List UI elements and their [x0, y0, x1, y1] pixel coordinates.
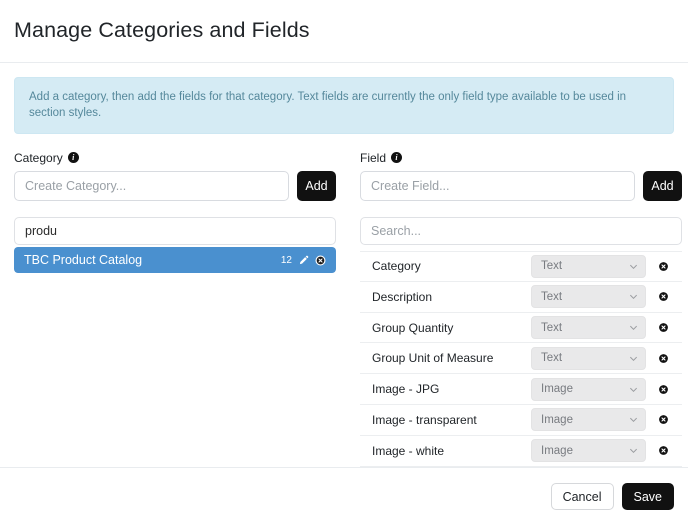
category-field-count: 12	[280, 254, 292, 266]
field-type-value: Text	[541, 321, 563, 334]
field-row-name: Image - JPG	[372, 382, 440, 397]
field-row-name: Category	[372, 259, 421, 274]
create-category-input[interactable]	[14, 171, 289, 202]
remove-field-button[interactable]	[652, 384, 674, 395]
remove-field-button[interactable]	[652, 445, 674, 456]
remove-field-button[interactable]	[652, 322, 674, 333]
field-type-select[interactable]: Text	[531, 254, 646, 278]
panels-container: Category i Add TBC Product Catalog 12	[14, 150, 682, 467]
table-row[interactable]: Image - transparent Image	[360, 405, 682, 436]
modal-footer: Cancel Save	[0, 467, 688, 525]
field-label: Field	[360, 150, 387, 165]
chevron-down-icon	[629, 262, 638, 271]
list-item[interactable]: TBC Product Catalog 12	[14, 247, 336, 274]
modal-header: Manage Categories and Fields	[0, 0, 688, 63]
field-row-name: Description	[372, 289, 433, 304]
field-type-value: Text	[541, 352, 563, 365]
field-row-name: Group Quantity	[372, 320, 454, 335]
search-input[interactable]	[360, 217, 682, 246]
create-field-input[interactable]	[360, 171, 635, 202]
category-item-label: TBC Product Catalog	[24, 253, 143, 268]
category-list: TBC Product Catalog 12	[14, 247, 336, 274]
add-category-button[interactable]: Add	[297, 171, 336, 202]
chevron-down-icon	[629, 292, 638, 301]
field-type-select[interactable]: Text	[531, 346, 646, 370]
info-icon[interactable]: i	[67, 152, 79, 164]
remove-field-button[interactable]	[652, 414, 674, 425]
field-label-row: Field i	[360, 150, 682, 165]
field-panel: Field i Add Category Text	[360, 150, 682, 467]
field-row-name: Image - transparent	[372, 412, 477, 427]
category-label: Category	[14, 150, 63, 165]
create-field-row: Add	[360, 171, 682, 202]
add-field-button[interactable]: Add	[643, 171, 682, 202]
chevron-down-icon	[629, 385, 638, 394]
page-title: Manage Categories and Fields	[14, 18, 310, 43]
chevron-down-icon	[629, 354, 638, 363]
pencil-icon[interactable]	[298, 255, 309, 266]
manage-categories-fields-modal: Manage Categories and Fields Add a categ…	[0, 0, 688, 525]
table-row[interactable]: Group Unit of Measure Text	[360, 343, 682, 375]
info-alert: Add a category, then add the fields for …	[14, 77, 674, 135]
category-item-meta: 12	[281, 255, 326, 266]
field-type-select[interactable]: Image	[531, 439, 646, 463]
cancel-button[interactable]: Cancel	[550, 483, 614, 510]
field-type-value: Image	[541, 383, 573, 396]
info-icon[interactable]: i	[391, 152, 403, 164]
field-row-name: Group Unit of Measure	[372, 351, 494, 366]
category-filter-input[interactable]	[14, 217, 336, 246]
field-type-value: Image	[541, 444, 573, 457]
remove-field-button[interactable]	[652, 261, 674, 272]
field-list[interactable]: Category Text Description Text Group Qua…	[360, 251, 682, 467]
field-type-select[interactable]: Image	[531, 377, 646, 401]
field-type-value: Image	[541, 413, 573, 426]
field-type-value: Text	[541, 260, 563, 273]
create-category-row: Add	[14, 171, 336, 202]
save-button[interactable]: Save	[621, 483, 674, 510]
table-row[interactable]: Group Quantity Text	[360, 312, 682, 344]
category-label-row: Category i	[14, 150, 336, 165]
field-row-name: Image - white	[372, 443, 445, 458]
remove-field-button[interactable]	[652, 353, 674, 364]
field-type-select[interactable]: Text	[531, 285, 646, 309]
field-type-select[interactable]: Image	[531, 408, 646, 432]
field-type-select[interactable]: Text	[531, 316, 646, 340]
field-type-value: Text	[541, 290, 563, 303]
table-row[interactable]: Image - white Image	[360, 435, 682, 467]
remove-field-button[interactable]	[652, 291, 674, 302]
table-row[interactable]: Image - JPG Image	[360, 374, 682, 406]
modal-body: Add a category, then add the fields for …	[0, 63, 688, 467]
table-row[interactable]: Category Text	[360, 251, 682, 282]
chevron-down-icon	[629, 323, 638, 332]
chevron-down-icon	[629, 446, 638, 455]
table-row[interactable]: Description Text	[360, 281, 682, 313]
remove-circle-icon[interactable]	[315, 255, 326, 266]
chevron-down-icon	[629, 415, 638, 424]
category-panel: Category i Add TBC Product Catalog 12	[14, 150, 336, 467]
